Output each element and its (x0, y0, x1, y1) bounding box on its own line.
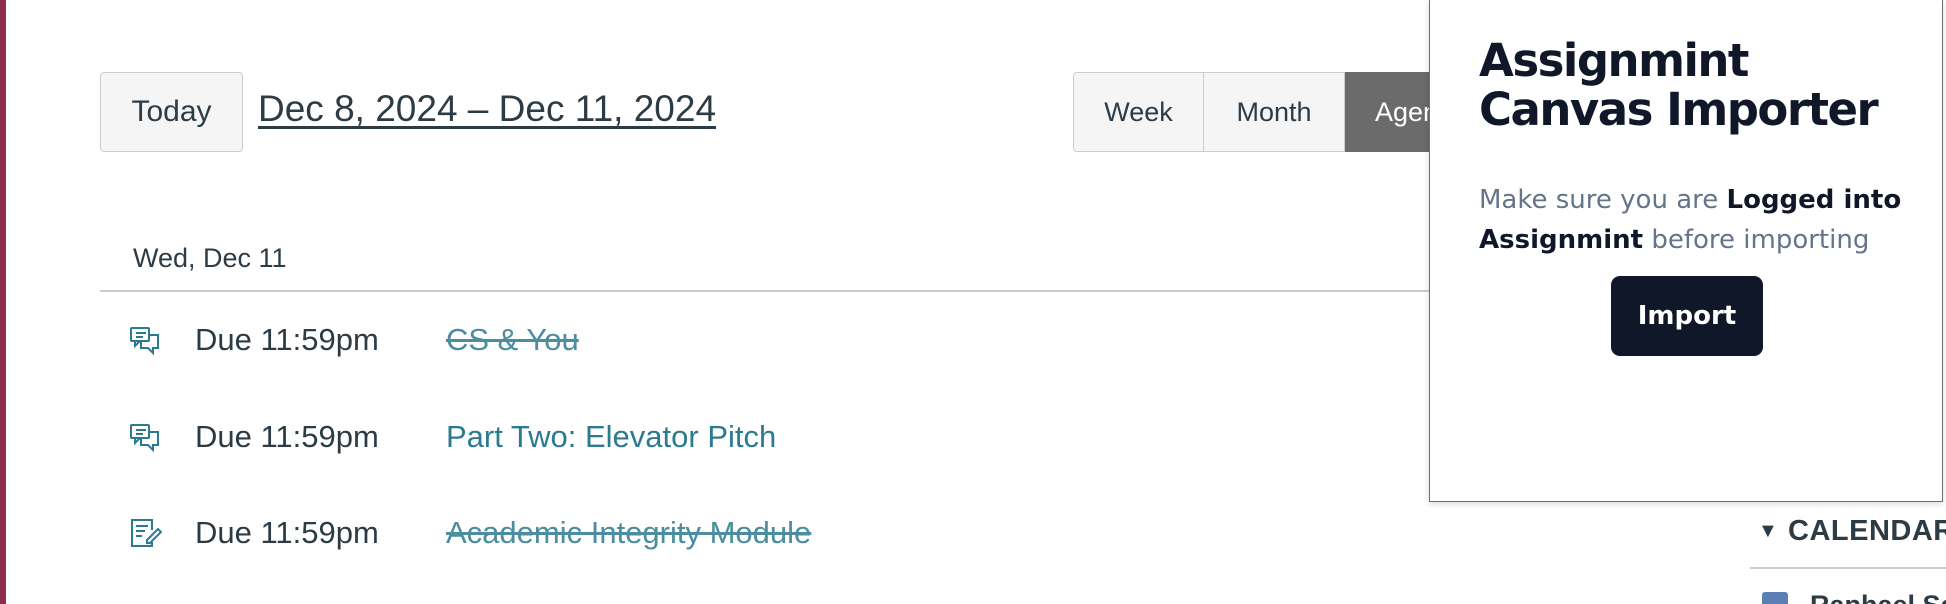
discussion-icon (128, 323, 162, 357)
message-text: Make sure you are (1479, 185, 1727, 215)
calendars-divider (1750, 567, 1946, 569)
month-view-button[interactable]: Month (1204, 72, 1345, 152)
calendars-heading[interactable]: CALENDARS (1788, 515, 1946, 548)
agenda-item[interactable]: Due 11:59pm Academic Integrity Module (100, 503, 1430, 563)
message-text-end: before importing (1643, 225, 1870, 255)
item-title-link[interactable]: Academic Integrity Module (446, 515, 811, 551)
discussion-icon (128, 420, 162, 454)
item-due-time: Due 11:59pm (195, 419, 379, 454)
item-title-link[interactable]: CS & You (446, 322, 579, 358)
calendar-name: Raphael San (1810, 590, 1946, 604)
item-due-time: Due 11:59pm (195, 515, 379, 550)
calendar-checkbox[interactable] (1762, 592, 1788, 604)
left-brand-edge (0, 0, 6, 604)
caret-down-icon[interactable]: ▼ (1758, 520, 1778, 543)
importer-popup: Assignmint Canvas Importer Make sure you… (1429, 0, 1943, 502)
view-switcher: Week Month Agenda (1073, 72, 1455, 152)
agenda-item[interactable]: Due 11:59pm CS & You (100, 310, 1430, 370)
assignment-icon (128, 516, 163, 550)
agenda-divider (100, 290, 1430, 292)
date-range-link[interactable]: Dec 8, 2024 – Dec 11, 2024 (258, 88, 716, 130)
agenda-item[interactable]: Due 11:59pm Part Two: Elevator Pitch (100, 407, 1430, 467)
import-button[interactable]: Import (1611, 276, 1763, 356)
week-view-button[interactable]: Week (1073, 72, 1204, 152)
today-button[interactable]: Today (100, 72, 243, 152)
item-due-time: Due 11:59pm (195, 322, 379, 357)
popup-title: Assignmint Canvas Importer (1479, 34, 1879, 136)
popup-message: Make sure you are Logged into Assignmint… (1479, 180, 1919, 260)
item-title-link[interactable]: Part Two: Elevator Pitch (446, 419, 776, 455)
agenda-day-header: Wed, Dec 11 (133, 243, 287, 273)
